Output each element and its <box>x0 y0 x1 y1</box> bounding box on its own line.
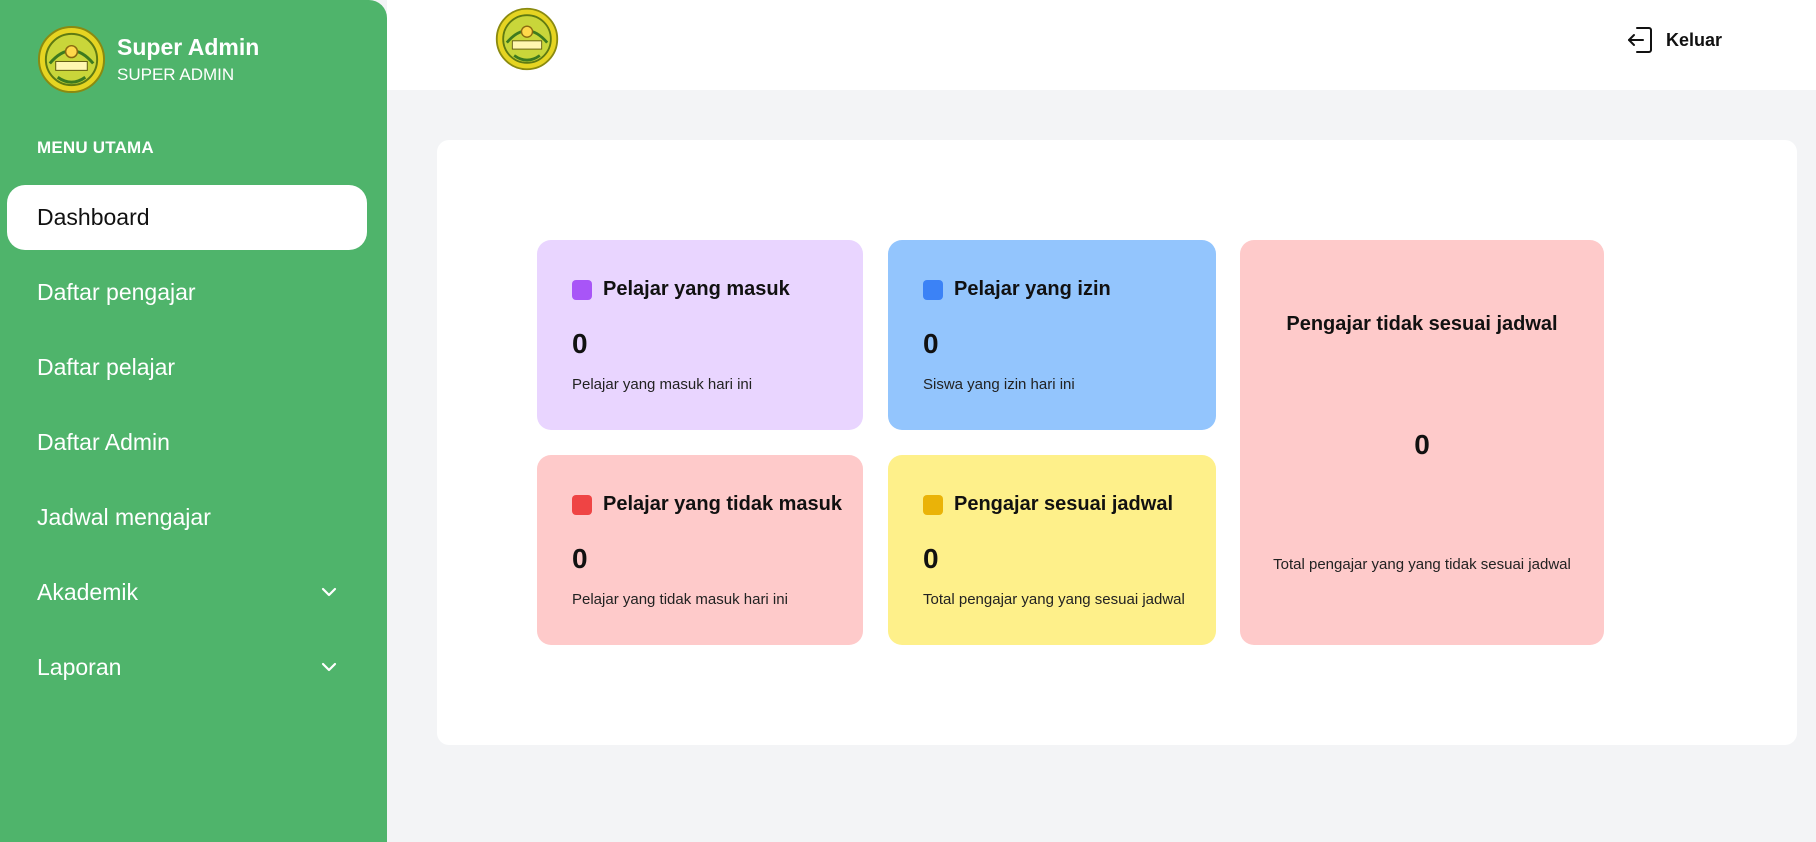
school-logo-icon <box>495 7 559 71</box>
purple-square-icon <box>572 279 592 300</box>
card-students-present: Pelajar yang masuk 0 Pelajar yang masuk … <box>537 240 863 430</box>
card-teachers-on-schedule: Pengajar sesuai jadwal 0 Total pengajar … <box>888 455 1216 645</box>
card-value: 0 <box>923 543 939 574</box>
card-title: Pelajar yang tidak masuk <box>603 493 843 515</box>
card-teachers-off-schedule: Pengajar tidak sesuai jadwal 0 Total pen… <box>1240 240 1604 645</box>
sidebar-item-daftar-pengajar[interactable]: Daftar pengajar <box>7 260 367 325</box>
menu-title: MENU UTAMA <box>37 138 154 157</box>
card-title: Pelajar yang masuk <box>603 278 790 300</box>
card-students-absent: Pelajar yang tidak masuk 0 Pelajar yang … <box>537 455 863 645</box>
card-description: Pelajar yang tidak masuk hari ini <box>572 591 788 608</box>
sidebar-menu: Dashboard Daftar pengajar Daftar pelajar… <box>7 185 367 710</box>
sidebar-item-label: Daftar pengajar <box>37 279 196 305</box>
sidebar-item-label: Daftar pelajar <box>37 354 176 380</box>
red-square-icon <box>572 494 592 515</box>
sidebar-item-daftar-admin[interactable]: Daftar Admin <box>7 410 367 475</box>
user-role: SUPER ADMIN <box>117 64 235 84</box>
chevron-down-icon <box>321 587 337 597</box>
sidebar-item-label: Jadwal mengajar <box>37 504 211 530</box>
chevron-down-icon <box>321 662 337 672</box>
sidebar-item-label: Akademik <box>37 579 138 605</box>
card-value: 0 <box>1414 429 1430 460</box>
sidebar-item-label: Dashboard <box>37 204 150 230</box>
card-students-permission: Pelajar yang izin 0 Siswa yang izin hari… <box>888 240 1216 430</box>
card-description: Pelajar yang masuk hari ini <box>572 376 753 393</box>
sidebar-item-akademik[interactable]: Akademik <box>7 560 367 625</box>
sidebar: Super Admin SUPER ADMIN MENU UTAMA Dashb… <box>0 0 387 842</box>
sidebar-item-label: Laporan <box>37 654 122 680</box>
sidebar-item-daftar-pelajar[interactable]: Daftar pelajar <box>7 335 367 400</box>
yellow-square-icon <box>923 494 943 515</box>
card-value: 0 <box>572 543 588 574</box>
logout-icon <box>1628 27 1652 53</box>
school-logo-icon <box>37 25 106 94</box>
blue-square-icon <box>923 279 943 300</box>
card-title: Pelajar yang izin <box>954 278 1111 300</box>
card-description: Siswa yang izin hari ini <box>923 376 1075 393</box>
sidebar-item-jadwal-mengajar[interactable]: Jadwal mengajar <box>7 485 367 550</box>
card-description: Total pengajar yang yang sesuai jadwal <box>923 591 1185 608</box>
card-description: Total pengajar yang yang tidak sesuai ja… <box>1273 556 1571 573</box>
sidebar-item-laporan[interactable]: Laporan <box>7 635 367 700</box>
app: Super Admin SUPER ADMIN MENU UTAMA Dashb… <box>0 0 1816 842</box>
card-value: 0 <box>572 328 588 359</box>
topbar: Keluar <box>387 0 1816 90</box>
user-name: Super Admin <box>117 33 260 60</box>
card-value: 0 <box>923 328 939 359</box>
logout-label: Keluar <box>1666 29 1723 50</box>
card-title: Pengajar sesuai jadwal <box>954 493 1173 515</box>
sidebar-item-dashboard[interactable]: Dashboard <box>7 185 367 250</box>
card-title: Pengajar tidak sesuai jadwal <box>1286 313 1558 335</box>
dashboard-panel: Pelajar yang masuk 0 Pelajar yang masuk … <box>437 140 1797 745</box>
sidebar-item-label: Daftar Admin <box>37 429 170 455</box>
logout-button[interactable]: Keluar <box>1627 26 1722 54</box>
profile: Super Admin SUPER ADMIN <box>36 24 259 95</box>
